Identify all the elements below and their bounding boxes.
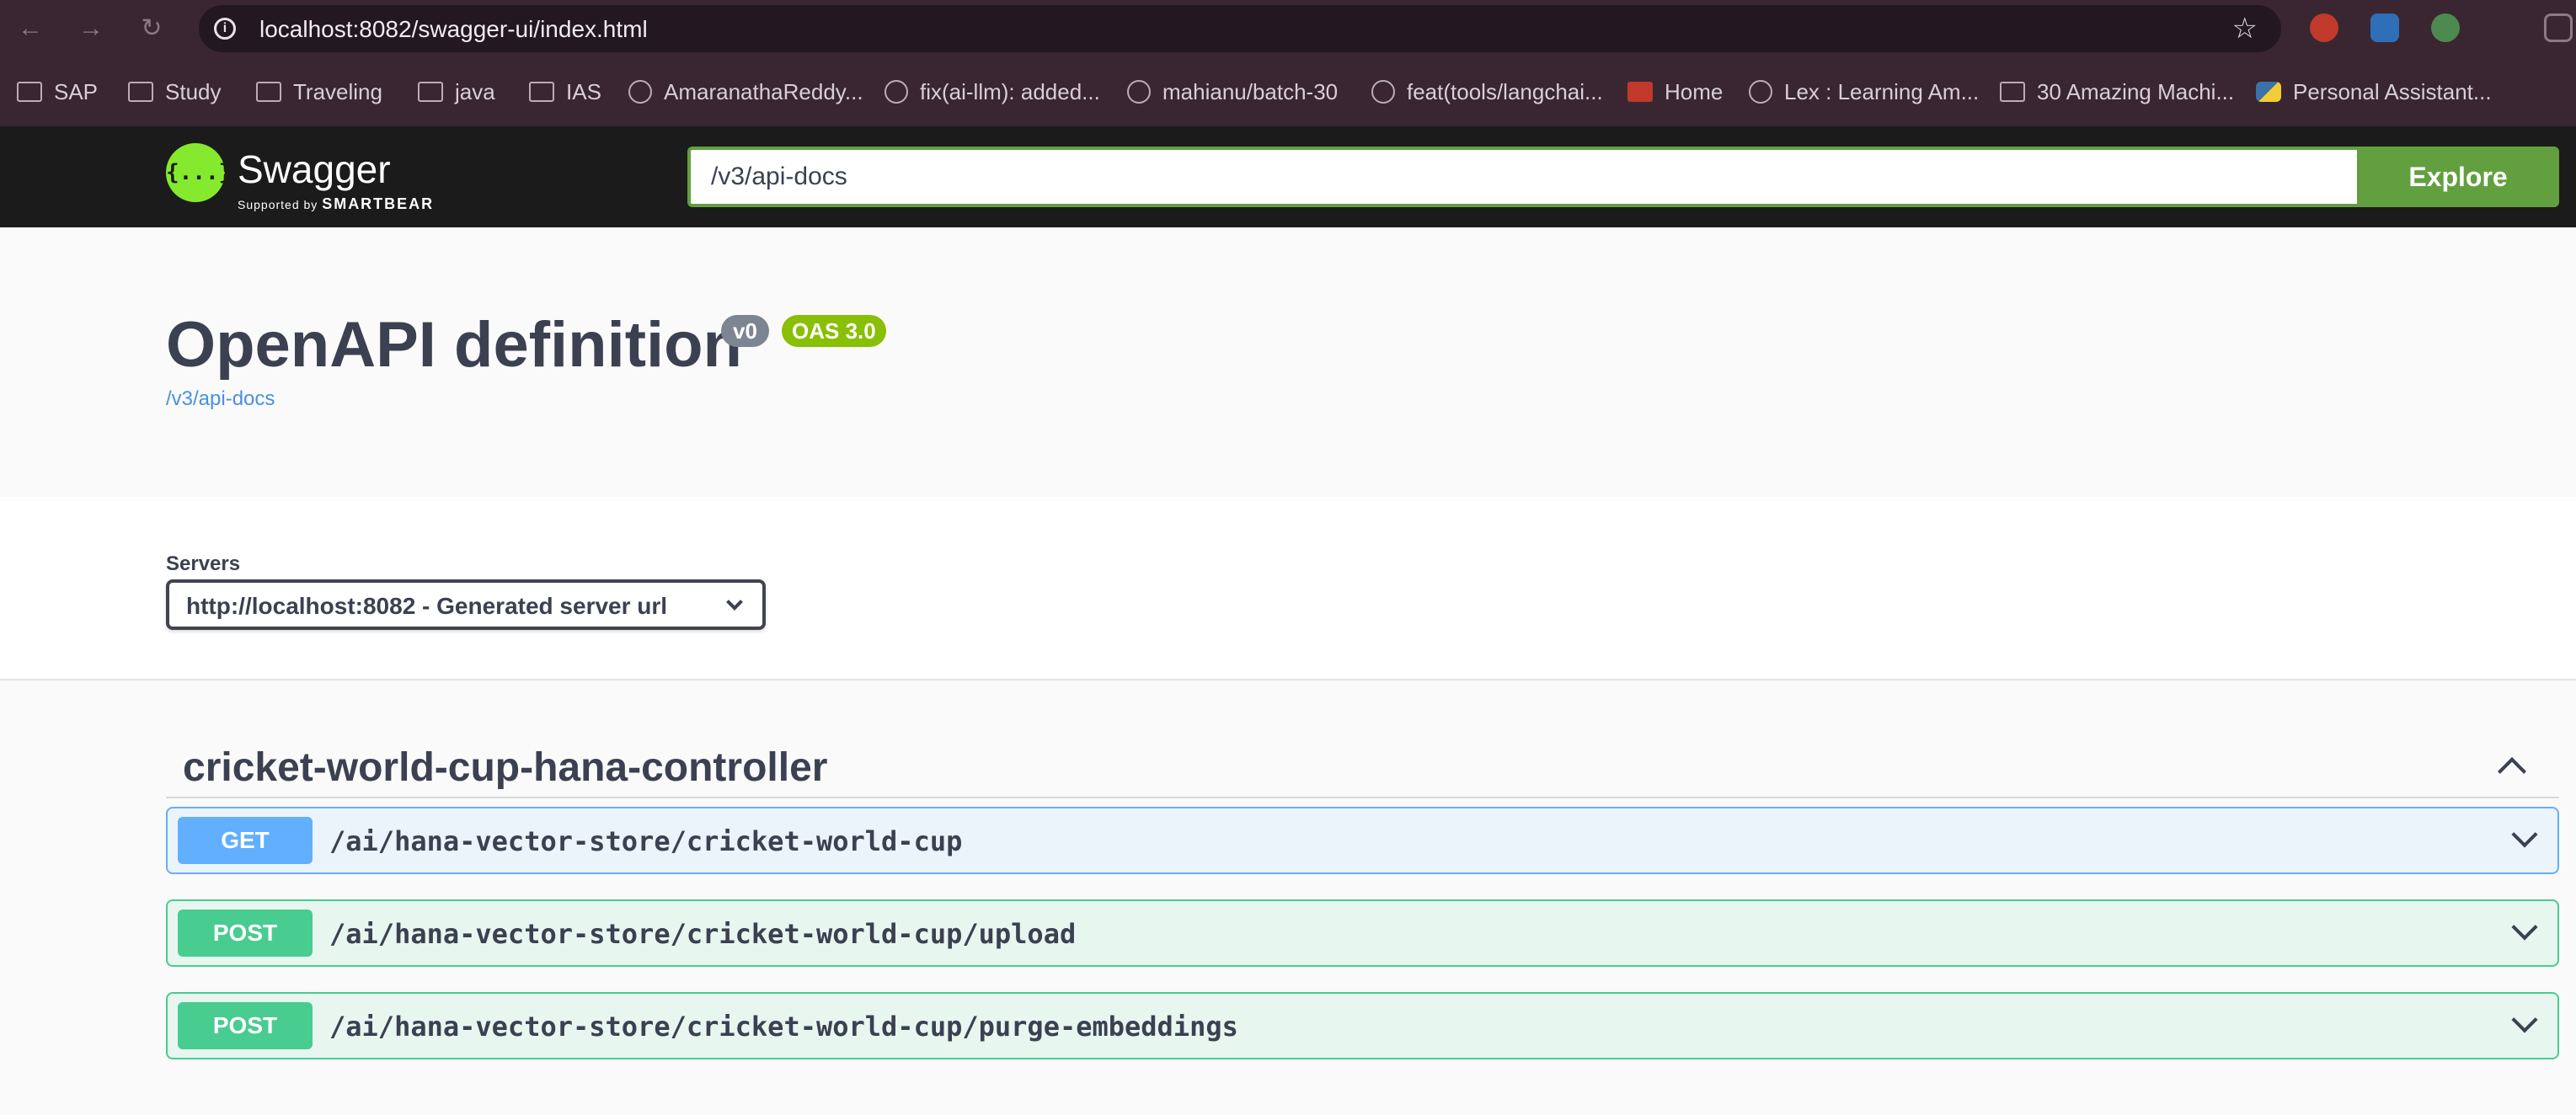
- bookmark-feat-tools[interactable]: feat(tools/langchai...: [1371, 76, 1603, 108]
- python-icon: [2256, 82, 2281, 102]
- servers-panel: Servers http://localhost:8082 - Generate…: [0, 497, 2576, 680]
- swagger-topbar: {...} Swagger Supported by SMARTBEAR /v3…: [0, 126, 2576, 227]
- chevron-down-icon[interactable]: [2511, 914, 2538, 941]
- bookmark-mahianu[interactable]: mahianu/batch-30: [1127, 76, 1338, 108]
- folder-icon: [418, 82, 443, 102]
- bookmarks-bar: SAP Study Traveling java IAS AmaranathaR…: [0, 57, 2576, 126]
- bookmark-lex[interactable]: Lex : Learning Am...: [1749, 76, 1979, 108]
- extension-blue-icon[interactable]: [2370, 13, 2399, 42]
- chevron-up-icon[interactable]: [2498, 757, 2526, 786]
- act-icon: [1627, 82, 1653, 102]
- folder-icon: [529, 82, 554, 102]
- forward-icon[interactable]: →: [74, 12, 108, 45]
- chevron-down-icon: [726, 594, 743, 611]
- bookmark-personal-assistant[interactable]: Personal Assistant...: [2256, 76, 2492, 108]
- site-info-icon[interactable]: i: [214, 18, 236, 40]
- address-bar[interactable]: i localhost:8082/swagger-ui/index.html ☆: [199, 5, 2281, 52]
- extensions-puzzle-icon[interactable]: [2544, 13, 2573, 42]
- page-title: OpenAPI definition: [166, 309, 742, 381]
- folder-icon: [128, 82, 153, 102]
- spec-url-input[interactable]: /v3/api-docs: [687, 147, 2372, 207]
- folder-icon: [17, 82, 42, 102]
- explore-button[interactable]: Explore: [2357, 147, 2559, 207]
- swagger-logo-icon[interactable]: {...}: [166, 143, 232, 202]
- api-info: OpenAPI definition v0 OAS 3.0 /v3/api-do…: [0, 227, 2576, 497]
- browser-toolbar: ← → ↻ i localhost:8082/swagger-ui/index.…: [0, 0, 2576, 57]
- operation-post-purge-embeddings[interactable]: POST /ai/hana-vector-store/cricket-world…: [166, 992, 2559, 1059]
- operation-post-upload[interactable]: POST /ai/hana-vector-store/cricket-world…: [166, 899, 2559, 967]
- reload-icon[interactable]: ↻: [135, 12, 168, 45]
- bookmark-java[interactable]: java: [418, 76, 495, 108]
- page-icon: [2000, 82, 2025, 102]
- bookmark-amaranatha[interactable]: AmaranathaReddy...: [628, 76, 863, 108]
- bookmark-home[interactable]: Home: [1627, 76, 1723, 108]
- operation-path: /ai/hana-vector-store/cricket-world-cup: [329, 825, 963, 857]
- globe-icon: [1371, 80, 1395, 104]
- github-icon: [628, 80, 652, 104]
- operation-path: /ai/hana-vector-store/cricket-world-cup/…: [329, 918, 1077, 950]
- bookmark-fix-ai-llm[interactable]: fix(ai-llm): added...: [884, 76, 1100, 108]
- operation-path: /ai/hana-vector-store/cricket-world-cup/…: [329, 1011, 1238, 1043]
- tag-header[interactable]: cricket-world-cup-hana-controller: [166, 723, 2559, 798]
- bookmark-sap[interactable]: SAP: [17, 76, 98, 108]
- server-select[interactable]: http://localhost:8082 - Generated server…: [166, 579, 766, 630]
- address-url[interactable]: localhost:8082/swagger-ui/index.html: [259, 16, 648, 43]
- extension-stop-icon[interactable]: [2310, 13, 2338, 42]
- operation-get-cricket-world-cup[interactable]: GET /ai/hana-vector-store/cricket-world-…: [166, 807, 2559, 874]
- back-icon[interactable]: ←: [13, 12, 47, 45]
- globe-icon: [884, 80, 908, 104]
- extension-globe-icon[interactable]: [2431, 13, 2460, 42]
- bookmark-study[interactable]: Study: [128, 76, 222, 108]
- server-selected-value: http://localhost:8082 - Generated server…: [186, 593, 668, 619]
- operations-section: cricket-world-cup-hana-controller GET /a…: [0, 680, 2576, 1115]
- github-icon: [1127, 80, 1151, 104]
- servers-label: Servers: [166, 552, 241, 575]
- method-badge: POST: [178, 1002, 313, 1049]
- tag-name[interactable]: cricket-world-cup-hana-controller: [183, 744, 827, 791]
- chevron-down-icon[interactable]: [2511, 1006, 2538, 1033]
- api-docs-link[interactable]: /v3/api-docs: [166, 387, 275, 411]
- swagger-logo-text[interactable]: Swagger: [238, 147, 391, 192]
- swagger-logo-subtitle: Supported by SMARTBEAR: [238, 195, 435, 212]
- bookmark-30-amazing[interactable]: 30 Amazing Machi...: [2000, 76, 2234, 108]
- method-badge: POST: [178, 910, 313, 957]
- oas-badge: OAS 3.0: [782, 315, 886, 347]
- method-badge: GET: [178, 817, 313, 864]
- lex-icon: [1749, 80, 1772, 104]
- bookmark-star-icon[interactable]: ☆: [2232, 12, 2258, 45]
- bookmark-ias[interactable]: IAS: [529, 76, 601, 108]
- version-badge: v0: [721, 315, 769, 347]
- bookmark-traveling[interactable]: Traveling: [256, 76, 382, 108]
- folder-icon: [256, 82, 281, 102]
- chevron-down-icon[interactable]: [2511, 821, 2538, 848]
